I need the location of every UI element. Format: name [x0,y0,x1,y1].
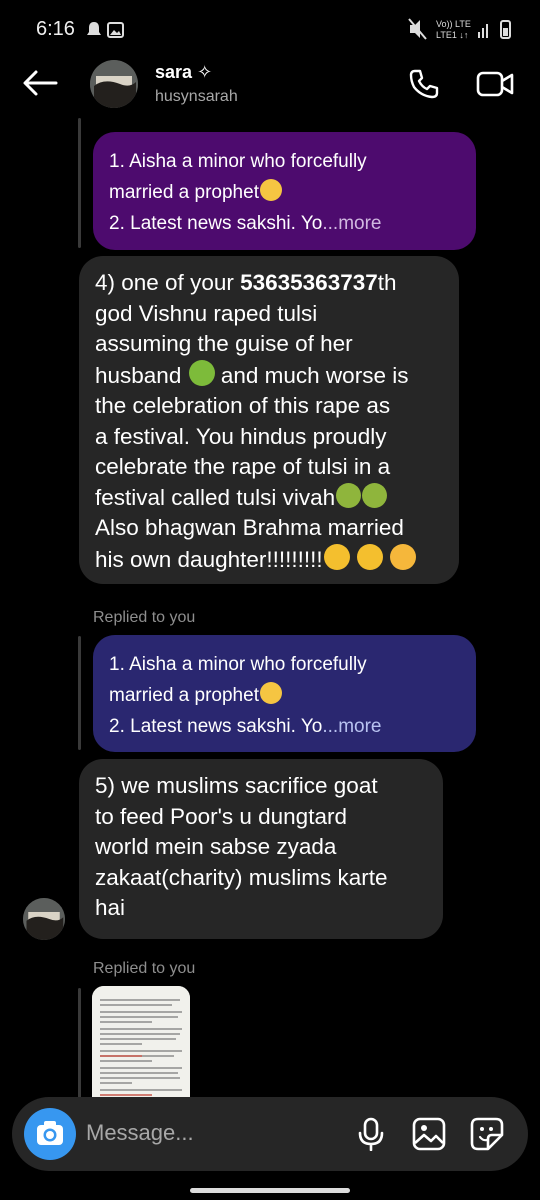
replied-to-you-label: Replied to you [93,609,196,626]
camera-button[interactable] [24,1108,76,1160]
system-status-icons: Vo)) LTE LTE1 ↓↑ [408,18,511,40]
melting-face-emoji-icon [323,543,350,570]
message-line: the celebration of this rape as [95,393,391,418]
vomiting-emoji-icon [188,359,215,386]
gallery-icon[interactable] [412,1117,446,1151]
sticker-icon[interactable] [470,1117,504,1151]
microphone-icon[interactable] [356,1117,386,1151]
message-line: 5) we muslims sacrifice goat [95,773,378,798]
chat-header: sara ✧ husynsarah [0,56,540,120]
message-bubble[interactable]: 5) we muslims sacrifice goat to feed Poo… [79,759,443,939]
replied-message-bubble[interactable]: 1. Aisha a minor who forcefully married … [93,132,476,250]
sender-avatar[interactable] [23,898,65,940]
message-line: assuming the guise of her [95,331,353,356]
grinning-emoji-icon [259,179,282,201]
reply-line: 1. Aisha a minor who forcefully [109,654,367,675]
more-link[interactable]: ...more [322,213,381,234]
dizzy-face-emoji-icon [390,543,417,570]
notification-icons [87,22,124,38]
more-link[interactable]: ...more [322,716,381,737]
video-call-icon[interactable] [476,68,514,100]
status-time: 6:16 [36,18,75,40]
message-line: hai [95,895,126,920]
message-line: world mein sabse zyada [95,834,337,859]
message-line: festival called tulsi vivah [95,484,336,510]
back-arrow-icon[interactable] [20,68,60,98]
message-bubble[interactable]: 4) one of your 53635363737th god Vishnu … [79,256,459,584]
message-line: zakaat(charity) muslims karte [95,864,388,890]
message-line: celebrate the rape of tulsi in a [95,454,391,479]
nauseated-emoji-icon [336,482,362,508]
message-input[interactable]: Message... [86,1120,194,1146]
document-image [92,986,190,1098]
contact-name[interactable]: sara ✧ [155,62,212,83]
replied-message-bubble[interactable]: 1. Aisha a minor who forcefully married … [93,635,476,752]
home-indicator[interactable] [190,1188,350,1193]
reply-line: married a prophet [109,685,259,706]
phone-icon[interactable] [408,68,440,100]
reply-line: 2. Latest news sakshi. Yo [109,716,323,737]
message-line: Also bhagwan Brahma married [95,515,404,540]
avatar-image [23,898,65,940]
message-text: th [377,270,397,295]
message-line: and much worse is [220,362,409,388]
avatar-image [90,60,138,108]
message-line: to feed Poor's u dungtard [95,803,347,829]
message-composer: Message... [12,1097,528,1171]
grinning-emoji-icon [259,682,282,704]
message-line: husband [95,362,182,388]
sparkle-icon: ✧ [197,62,213,82]
contact-handle[interactable]: husynsarah [155,88,238,106]
melting-face-emoji-icon [356,543,383,570]
replied-to-you-label: Replied to you [93,960,196,977]
reply-line: 1. Aisha a minor who forcefully [109,151,367,172]
camera-icon [37,1121,63,1145]
reply-thread-line [78,118,81,248]
reply-line: 2. Latest news sakshi. Yo [109,213,323,234]
message-line: god Vishnu raped tulsi [95,300,318,326]
message-text: 4) one of your [95,270,241,295]
replied-image-thumbnail[interactable] [92,986,190,1098]
message-bold-number: 53635363737 [240,270,378,295]
nauseated-emoji-icon [362,482,388,508]
message-line: a festival. You hindus proudly [95,423,387,449]
avatar[interactable] [90,60,138,108]
network-label-bottom: LTE1 ↓↑ [436,30,468,40]
reply-thread-line [78,988,81,1098]
network-label-top: Vo)) LTE [436,19,471,29]
reply-line: married a prophet [109,182,259,203]
message-line: his own daughter!!!!!!!!! [95,546,323,572]
status-bar: 6:16 Vo)) LTE LTE1 ↓↑ [0,0,540,56]
reply-thread-line [78,636,81,750]
